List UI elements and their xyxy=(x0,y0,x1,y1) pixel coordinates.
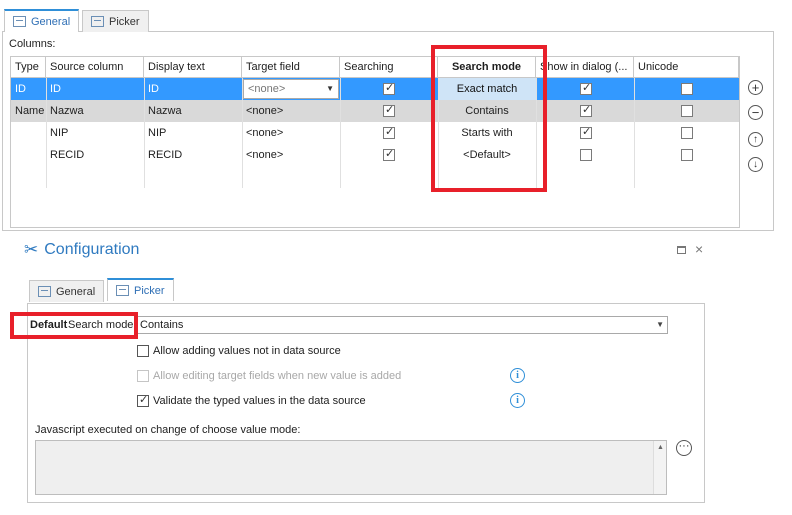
table-row[interactable]: NIP NIP <none> Starts with xyxy=(11,122,739,144)
more-options-icon[interactable]: ··· xyxy=(676,440,692,456)
search-mode-select[interactable]: Contains ▼ xyxy=(136,316,668,334)
cell-display: RECID xyxy=(148,149,183,161)
general-tab-icon xyxy=(38,286,51,297)
cell-target[interactable]: <none> xyxy=(242,100,340,122)
allow-editing-target-checkbox[interactable] xyxy=(137,370,149,382)
column-divider xyxy=(144,78,145,188)
searching-checkbox[interactable] xyxy=(383,103,395,117)
unicode-checkbox[interactable] xyxy=(681,149,693,161)
column-divider xyxy=(340,78,341,188)
tab-label: Picker xyxy=(134,284,165,297)
configuration-title-text: Configuration xyxy=(44,241,140,258)
cell-source: Nazwa xyxy=(50,105,84,117)
highlight-search-mode-column xyxy=(431,45,547,192)
javascript-label: Javascript executed on change of choose … xyxy=(35,424,301,436)
show-in-dialog-checkbox[interactable] xyxy=(580,81,592,95)
cell-target[interactable]: <none> xyxy=(242,122,340,144)
allow-adding-values-checkbox[interactable] xyxy=(137,345,149,357)
searching-checkbox[interactable] xyxy=(383,81,395,95)
cell-source: ID xyxy=(50,83,61,95)
tab-label: General xyxy=(56,285,96,298)
tab-picker-top[interactable]: Picker xyxy=(82,10,149,32)
move-up-icon[interactable]: ↑ xyxy=(748,132,763,147)
validate-typed-values-label: Validate the typed values in the data so… xyxy=(153,395,366,407)
cell-type: ID xyxy=(15,83,26,95)
configuration-title: ✂ Configuration xyxy=(24,240,139,260)
cell-display: NIP xyxy=(148,127,167,139)
col-header-display[interactable]: Display text xyxy=(144,57,242,78)
col-header-unicode[interactable]: Unicode xyxy=(634,57,739,78)
scroll-up-icon[interactable]: ▲ xyxy=(657,444,664,451)
unicode-checkbox[interactable] xyxy=(681,83,693,95)
table-row[interactable]: ID ID ID <none> ▼ Exact match xyxy=(11,78,739,100)
picker-tab-icon xyxy=(91,16,104,27)
cell-display: Nazwa xyxy=(148,105,182,117)
validate-typed-values-checkbox[interactable] xyxy=(137,393,149,407)
tab-picker-config[interactable]: Picker xyxy=(107,278,174,301)
show-in-dialog-checkbox[interactable] xyxy=(580,125,592,139)
searching-checkbox[interactable] xyxy=(383,125,395,139)
tab-label: Picker xyxy=(109,15,140,28)
cell-target[interactable]: <none> xyxy=(242,144,340,166)
cell-type xyxy=(11,122,46,144)
cell-type xyxy=(11,144,46,166)
allow-adding-values-label: Allow adding values not in data source xyxy=(153,345,341,357)
cell-display: ID xyxy=(148,83,159,95)
search-mode-value: Contains xyxy=(140,319,184,331)
show-in-dialog-checkbox[interactable] xyxy=(580,149,592,161)
info-icon[interactable]: i xyxy=(510,393,525,408)
combo-value: <none> xyxy=(248,83,286,95)
col-header-show[interactable]: Show in dialog (... xyxy=(536,57,634,78)
col-header-type[interactable]: Type xyxy=(11,57,46,78)
picker-tab-icon xyxy=(116,285,129,296)
chevron-down-icon: ▼ xyxy=(656,320,664,329)
javascript-editor[interactable]: ▲ xyxy=(35,440,667,495)
columns-grid: Type Source column Display text Target f… xyxy=(10,56,740,228)
table-row[interactable]: Name Nazwa Nazwa <none> Contains xyxy=(11,100,739,122)
column-divider xyxy=(46,78,47,188)
highlight-default-label xyxy=(10,312,138,339)
maximize-icon[interactable] xyxy=(677,246,686,254)
column-divider xyxy=(634,78,635,188)
general-tab-icon xyxy=(13,16,26,27)
chevron-down-icon: ▼ xyxy=(326,84,334,93)
target-field-combo[interactable]: <none> ▼ xyxy=(243,79,339,99)
col-header-target[interactable]: Target field xyxy=(242,57,340,78)
tab-label: General xyxy=(31,15,71,28)
columns-label: Columns: xyxy=(9,38,56,50)
move-down-icon[interactable]: ↓ xyxy=(748,157,763,172)
column-divider xyxy=(242,78,243,188)
editor-scrollbar[interactable]: ▲ xyxy=(653,441,666,494)
tab-general-config[interactable]: General xyxy=(29,280,105,302)
remove-row-icon[interactable]: − xyxy=(748,105,763,120)
col-header-source[interactable]: Source column xyxy=(46,57,144,78)
tab-general-top[interactable]: General xyxy=(4,9,80,32)
allow-editing-target-label: Allow editing target fields when new val… xyxy=(153,370,402,382)
show-in-dialog-checkbox[interactable] xyxy=(580,103,592,117)
searching-checkbox[interactable] xyxy=(383,147,395,161)
add-row-icon[interactable]: + xyxy=(748,80,763,95)
unicode-checkbox[interactable] xyxy=(681,127,693,139)
col-header-searching[interactable]: Searching xyxy=(340,57,438,78)
unicode-checkbox[interactable] xyxy=(681,105,693,117)
close-icon[interactable]: × xyxy=(695,241,703,257)
table-row[interactable]: RECID RECID <none> <Default> xyxy=(11,144,739,166)
cell-source: NIP xyxy=(50,127,69,139)
cell-type: Name xyxy=(15,105,45,117)
tools-icon: ✂ xyxy=(24,240,39,259)
info-icon[interactable]: i xyxy=(510,368,525,383)
cell-source: RECID xyxy=(50,149,85,161)
